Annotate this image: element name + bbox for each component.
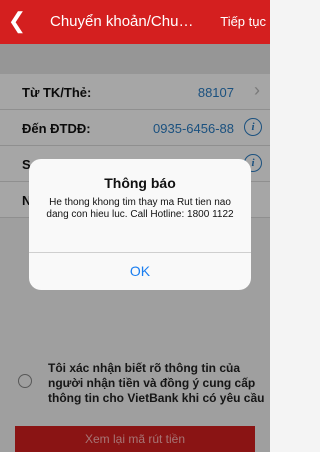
page-title: Chuyển khoản/Chuyển tiền bbox=[50, 13, 200, 30]
next-button[interactable]: Tiếp tục bbox=[220, 14, 266, 29]
alert-dialog: Thông báo He thong khong tim thay ma Rut… bbox=[29, 159, 251, 290]
ok-button[interactable]: OK bbox=[29, 253, 251, 290]
dialog-message: He thong khong tim thay ma Rut tien nao … bbox=[46, 197, 234, 220]
nav-bar: ❮ Chuyển khoản/Chuyển tiền Tiếp tục bbox=[0, 0, 270, 44]
dialog-title: Thông báo bbox=[104, 175, 176, 191]
chevron-left-icon: ❮ bbox=[7, 8, 27, 33]
back-button[interactable]: ❮ bbox=[6, 8, 28, 34]
